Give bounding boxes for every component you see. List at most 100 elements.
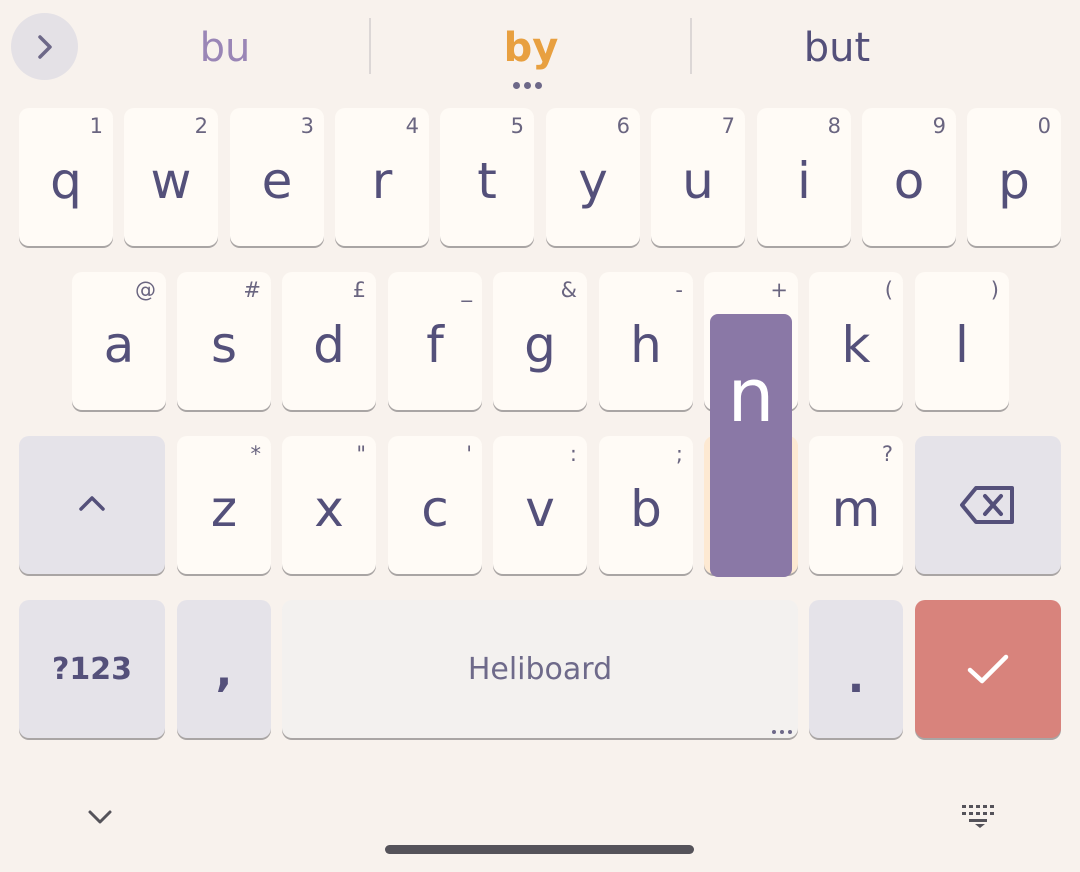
- key-hint: ?: [881, 442, 893, 466]
- key-label: u: [682, 152, 714, 210]
- key-a[interactable]: @ a: [72, 272, 166, 410]
- delete-key[interactable]: [915, 436, 1061, 574]
- shift-key[interactable]: [19, 436, 165, 574]
- key-q[interactable]: 1q: [19, 108, 113, 246]
- key-label: e: [261, 152, 293, 210]
- key-hint: 5: [510, 114, 524, 138]
- chevron-right-icon: [37, 34, 52, 59]
- chevron-down-icon[interactable]: [86, 807, 114, 827]
- key-label: o: [893, 152, 925, 210]
- key-hint: -: [675, 278, 683, 302]
- key-m[interactable]: ? m: [809, 436, 903, 574]
- key-y[interactable]: 6y: [546, 108, 640, 246]
- key-hint: _: [461, 278, 473, 302]
- key-preview-popup: n: [710, 314, 792, 577]
- key-hint: ': [466, 442, 472, 466]
- key-z[interactable]: * z: [177, 436, 271, 574]
- key-label: r: [371, 152, 393, 210]
- suggestion-left[interactable]: bu: [80, 22, 370, 74]
- key-t[interactable]: 5t: [440, 108, 534, 246]
- navigation-handle[interactable]: [385, 845, 694, 854]
- key-label: z: [210, 480, 238, 538]
- key-hint: &: [560, 278, 577, 302]
- key-label: f: [426, 316, 444, 374]
- key-hint: 4: [405, 114, 419, 138]
- key-label: h: [630, 316, 662, 374]
- key-hint: +: [770, 278, 788, 302]
- enter-key[interactable]: [915, 600, 1061, 738]
- key-hint: #: [243, 278, 261, 302]
- key-label: k: [841, 316, 871, 374]
- keyboard-icon[interactable]: [961, 803, 999, 829]
- key-h[interactable]: -h: [599, 272, 693, 410]
- suggestion-right[interactable]: but: [692, 22, 982, 74]
- key-hint: 8: [827, 114, 841, 138]
- key-label: m: [831, 480, 881, 538]
- key-hint: (: [884, 278, 893, 302]
- key-s[interactable]: # s: [177, 272, 271, 410]
- symbols-key[interactable]: ?123: [19, 600, 165, 738]
- expand-toolbar-button[interactable]: [11, 13, 78, 80]
- key-g[interactable]: & g: [493, 272, 587, 410]
- key-hint: ): [990, 278, 999, 302]
- period-key[interactable]: .: [809, 600, 903, 738]
- key-label: d: [313, 316, 345, 374]
- key-v[interactable]: :v: [493, 436, 587, 574]
- suggestion-center[interactable]: by: [371, 22, 691, 74]
- key-c[interactable]: ' c: [388, 436, 482, 574]
- chevron-up-icon: [79, 496, 105, 511]
- key-hint: 2: [194, 114, 208, 138]
- key-e[interactable]: 3e: [230, 108, 324, 246]
- key-hint: ": [356, 442, 366, 466]
- key-r[interactable]: 4r: [335, 108, 429, 246]
- key-d[interactable]: £ d: [282, 272, 376, 410]
- key-k[interactable]: (k: [809, 272, 903, 410]
- key-label: q: [50, 152, 82, 210]
- key-label: g: [524, 316, 556, 374]
- key-label: c: [421, 480, 449, 538]
- key-b[interactable]: ; b: [599, 436, 693, 574]
- key-o[interactable]: 9o: [862, 108, 956, 246]
- key-x[interactable]: " x: [282, 436, 376, 574]
- key-label: p: [998, 152, 1030, 210]
- key-u[interactable]: 7u: [651, 108, 745, 246]
- key-preview-label: n: [727, 353, 775, 439]
- key-label: s: [210, 316, 238, 374]
- key-hint: :: [569, 442, 577, 466]
- key-hint: @: [135, 278, 156, 302]
- suggestion-right-text: but: [803, 25, 871, 71]
- space-key-label: Heliboard: [467, 652, 613, 687]
- space-key[interactable]: Heliboard: [282, 600, 798, 738]
- checkmark-icon: [967, 654, 1009, 684]
- suggestion-left-text: bu: [199, 25, 251, 71]
- key-label: i: [797, 152, 811, 210]
- backspace-icon: [960, 486, 1014, 524]
- key-hint: ;: [675, 442, 683, 466]
- key-label: w: [150, 152, 192, 210]
- key-label: v: [525, 480, 555, 538]
- space-more-indicator: [772, 730, 792, 734]
- key-hint: 3: [300, 114, 314, 138]
- key-i[interactable]: 8i: [757, 108, 851, 246]
- key-hint: 1: [89, 114, 103, 138]
- symbols-key-label: ?123: [51, 652, 133, 687]
- more-suggestions-indicator: [513, 82, 542, 89]
- key-hint: 7: [721, 114, 735, 138]
- comma-key[interactable]: ,: [177, 600, 271, 738]
- key-hint: £: [352, 278, 366, 302]
- key-l[interactable]: ) l: [915, 272, 1009, 410]
- key-hint: 6: [616, 114, 630, 138]
- key-f[interactable]: _ f: [388, 272, 482, 410]
- key-label: t: [477, 152, 497, 210]
- key-hint: *: [250, 442, 262, 466]
- key-w[interactable]: 2w: [124, 108, 218, 246]
- key-p[interactable]: 0p: [967, 108, 1061, 246]
- key-label: y: [578, 152, 608, 210]
- key-hint: 9: [932, 114, 946, 138]
- key-hint: 0: [1037, 114, 1051, 138]
- key-label: l: [955, 316, 969, 374]
- suggestion-center-text: by: [503, 25, 559, 71]
- comma-key-label: ,: [215, 646, 233, 697]
- key-label: b: [630, 480, 662, 538]
- period-key-label: .: [847, 652, 865, 703]
